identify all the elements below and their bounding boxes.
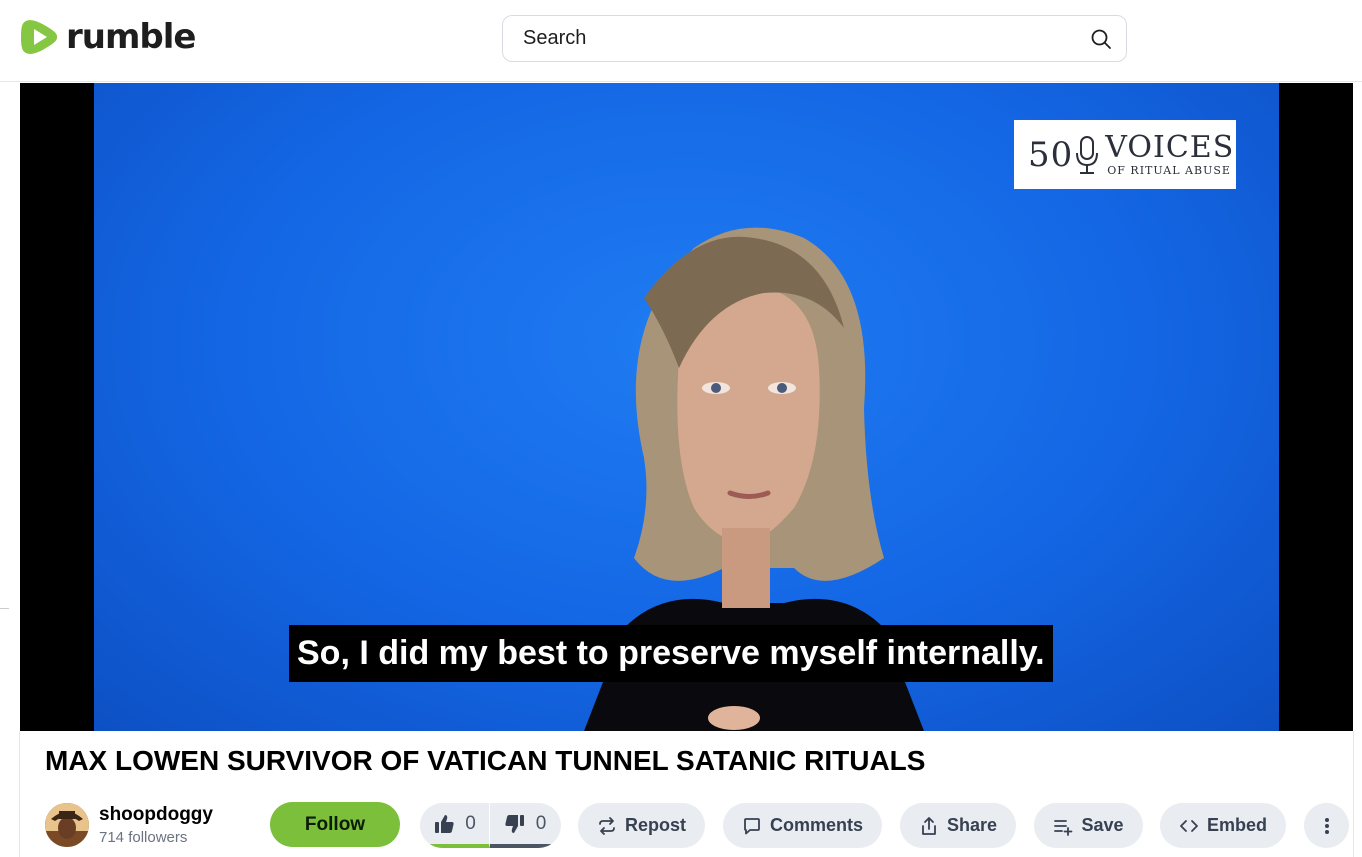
top-header: rumble (0, 0, 1362, 82)
watermark-number: 50 (1028, 134, 1074, 175)
video-frame: 50 VOICES OF RITUAL ABUSE So, I did my b… (94, 83, 1279, 731)
logo-wordmark: rumble (66, 17, 196, 57)
thumbs-down-icon (505, 814, 524, 833)
channel-watermark: 50 VOICES OF RITUAL ABUSE (1014, 120, 1236, 189)
watermark-sub: OF RITUAL ABUSE (1107, 164, 1231, 177)
share-button[interactable]: Share (900, 803, 1016, 848)
video-title: MAX LOWEN SURVIVOR OF VATICAN TUNNEL SAT… (45, 745, 926, 776)
content-border-left (19, 731, 20, 857)
more-vertical-icon (1324, 817, 1329, 834)
repost-label: Repost (624, 815, 686, 835)
follower-count: 714 followers (99, 829, 188, 846)
channel-name[interactable]: shoopdoggy (99, 804, 213, 826)
comment-icon (744, 817, 760, 834)
like-count: 0 (465, 812, 476, 834)
side-divider (0, 608, 9, 609)
channel-text: shoopdoggy 714 followers (99, 804, 213, 846)
more-options-button[interactable] (1304, 803, 1349, 848)
search-icon[interactable] (1090, 28, 1112, 50)
channel-info[interactable]: shoopdoggy 714 followers (45, 803, 213, 847)
avatar-image (45, 803, 89, 847)
play-logo-icon (21, 20, 57, 54)
search-box[interactable] (502, 15, 1127, 62)
embed-button[interactable]: Embed (1160, 803, 1286, 848)
comments-label: Comments (769, 815, 863, 835)
save-label: Save (1081, 815, 1124, 835)
follow-button[interactable]: Follow (270, 802, 400, 847)
video-player[interactable]: 50 VOICES OF RITUAL ABUSE So, I did my b… (20, 83, 1353, 731)
repost-icon (599, 816, 615, 835)
share-label: Share (946, 815, 998, 835)
avatar[interactable] (45, 803, 89, 847)
rating-control: 0 0 (420, 803, 561, 848)
content-border-right (1353, 731, 1354, 857)
like-button[interactable]: 0 (420, 803, 490, 848)
search-input[interactable] (523, 16, 1063, 61)
video-caption: So, I did my best to preserve myself int… (289, 625, 1053, 682)
embed-label: Embed (1206, 815, 1267, 835)
dislike-count: 0 (535, 812, 547, 834)
microphone-icon (1076, 135, 1099, 174)
share-icon (922, 816, 936, 835)
save-playlist-icon (1054, 819, 1073, 836)
watermark-main: VOICES (1105, 130, 1235, 165)
save-button[interactable]: Save (1034, 803, 1143, 848)
dislike-button[interactable]: 0 (490, 803, 560, 848)
embed-code-icon (1180, 819, 1198, 832)
rumble-logo[interactable]: rumble (20, 17, 196, 57)
repost-button[interactable]: Repost (578, 803, 705, 848)
comments-button[interactable]: Comments (723, 803, 882, 848)
thumbs-up-icon (435, 814, 454, 833)
